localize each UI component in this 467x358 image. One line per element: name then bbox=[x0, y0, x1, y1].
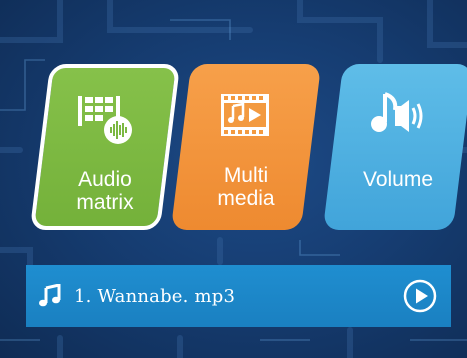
audio-matrix-icon bbox=[72, 92, 138, 148]
track-title: 1. Wannabe. mp3 bbox=[74, 285, 236, 307]
audio-matrix-label: Audio matrix bbox=[76, 168, 134, 214]
music-note-icon bbox=[38, 284, 62, 308]
audio-matrix-tile[interactable]: Audio matrix bbox=[29, 64, 181, 230]
volume-icon bbox=[365, 88, 431, 144]
volume-tile[interactable]: Volume bbox=[322, 64, 467, 230]
volume-label: Volume bbox=[362, 168, 434, 191]
play-button[interactable] bbox=[403, 279, 437, 313]
play-icon bbox=[403, 279, 437, 313]
screen: Audio matrix Multi media Volume 1. Wanna… bbox=[0, 0, 467, 358]
now-playing-bar[interactable]: 1. Wannabe. mp3 bbox=[26, 265, 451, 327]
multimedia-icon bbox=[213, 88, 279, 144]
multimedia-tile[interactable]: Multi media bbox=[170, 64, 322, 230]
multimedia-label: Multi media bbox=[217, 164, 275, 210]
